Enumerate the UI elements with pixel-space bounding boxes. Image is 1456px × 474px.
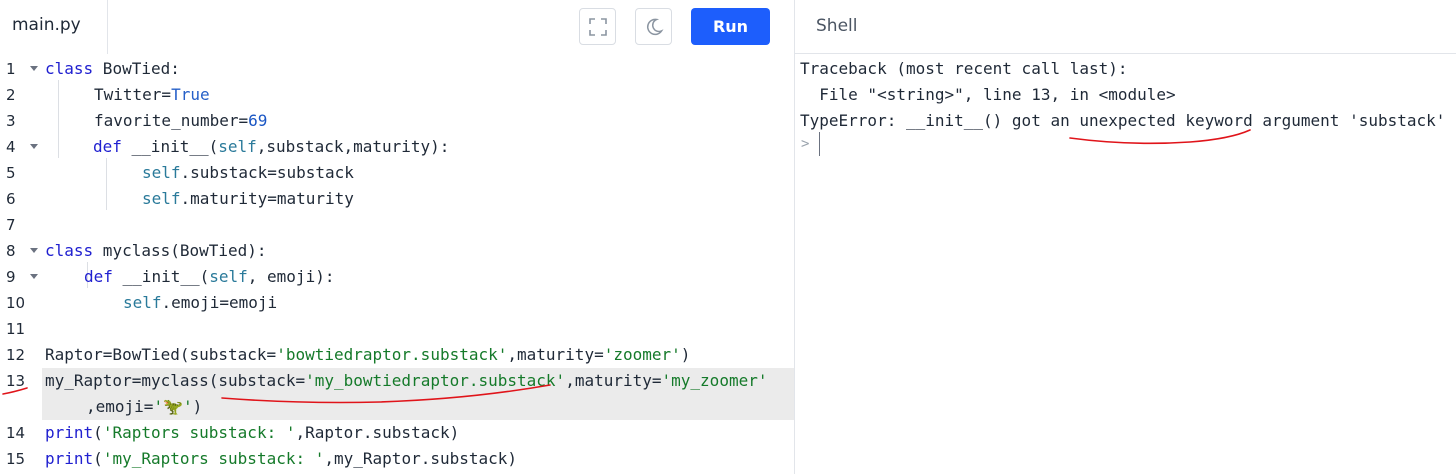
fullscreen-button[interactable] <box>579 8 616 45</box>
shell-title: Shell <box>816 16 858 36</box>
code-line[interactable]: 4 def __init__(self,substack,maturity): <box>0 134 794 160</box>
line-number: 4 <box>6 138 16 156</box>
code-line[interactable]: 1 class BowTied: <box>0 56 794 82</box>
shell-prompt: > <box>801 136 810 152</box>
code-line[interactable]: 14 print('Raptors substack: ',Raptor.sub… <box>0 420 794 446</box>
line-gutter: 13 <box>0 368 42 394</box>
fold-arrow-icon[interactable] <box>30 274 38 279</box>
code-line[interactable]: 12 Raptor=BowTied(substack='bowtiedrapto… <box>0 342 794 368</box>
code-text: Twitter=True <box>94 85 210 104</box>
code-line-active[interactable]: 13 my_Raptor=myclass(substack='my_bowtie… <box>0 368 794 420</box>
line-gutter: 4 <box>0 134 42 160</box>
code-text: favorite_number=69 <box>94 111 268 130</box>
top-bar: main.py Run Shell <box>0 0 1456 54</box>
code-text: class myclass(BowTied): <box>45 241 267 260</box>
shell-cursor[interactable] <box>819 132 820 156</box>
line-gutter: 8 <box>0 238 42 264</box>
code-text: def __init__(self,substack,maturity): <box>93 137 450 156</box>
code-text: self.emoji=emoji <box>123 293 278 312</box>
line-gutter: 12 <box>0 342 42 368</box>
fold-arrow-icon[interactable] <box>30 248 38 253</box>
line-number: 5 <box>6 164 16 182</box>
line-number: 8 <box>6 242 16 260</box>
fold-arrow-icon[interactable] <box>30 144 38 149</box>
code-text: print('Raptors substack: ',Raptor.substa… <box>45 423 460 442</box>
editor-toolbar: Run <box>108 0 794 54</box>
code-line[interactable]: 15 print('my_Raptors substack: ',my_Rapt… <box>0 446 794 472</box>
shell-output[interactable]: Traceback (most recent call last): File … <box>794 54 1456 474</box>
code-text: self.substack=substack <box>142 163 354 182</box>
theme-toggle-button[interactable] <box>635 8 672 45</box>
fold-arrow-icon[interactable] <box>30 66 38 71</box>
code-text: print('my_Raptors substack: ',my_Raptor.… <box>45 449 518 468</box>
code-line[interactable]: 5 self.substack=substack <box>0 160 794 186</box>
code-line[interactable]: 3 favorite_number=69 <box>0 108 794 134</box>
line-number: 9 <box>6 268 16 286</box>
line-gutter: 10 <box>0 290 42 316</box>
file-tab-label: main.py <box>12 15 81 35</box>
line-number: 10 <box>6 294 26 312</box>
fullscreen-icon <box>589 18 607 36</box>
line-gutter: 7 <box>0 212 42 238</box>
line-number: 13 <box>6 372 26 390</box>
code-line[interactable]: 8 class myclass(BowTied): <box>0 238 794 264</box>
run-button[interactable]: Run <box>691 8 770 45</box>
line-gutter: 5 <box>0 160 42 186</box>
line-number: 15 <box>6 450 26 468</box>
line-gutter: 2 <box>0 82 42 108</box>
code-text-wrapped: ,emoji='🦖') <box>86 397 203 416</box>
shell-header: Shell <box>794 0 1456 54</box>
line-gutter: 11 <box>0 316 42 342</box>
code-line[interactable]: 10 self.emoji=emoji <box>0 290 794 316</box>
line-gutter: 6 <box>0 186 42 212</box>
code-line[interactable]: 7 <box>0 212 794 238</box>
shell-line: File "<string>", line 13, in <module> <box>800 85 1176 104</box>
line-number: 14 <box>6 424 26 442</box>
file-tab-main-py[interactable]: main.py <box>0 0 108 54</box>
code-line[interactable]: 6 self.maturity=maturity <box>0 186 794 212</box>
line-number: 2 <box>6 86 16 104</box>
line-gutter: 15 <box>0 446 42 472</box>
code-text: class BowTied: <box>45 59 180 78</box>
line-number: 7 <box>6 216 16 234</box>
code-text: my_Raptor=myclass(substack='my_bowtiedra… <box>45 371 768 390</box>
line-gutter: 3 <box>0 108 42 134</box>
line-number: 12 <box>6 346 26 364</box>
code-line[interactable]: 9 def __init__(self, emoji): <box>0 264 794 290</box>
line-number: 3 <box>6 112 16 130</box>
shell-line: Traceback (most recent call last): <box>800 59 1128 78</box>
code-editor[interactable]: 1 class BowTied: 2 Twitter=True 3 favori… <box>0 54 794 474</box>
moon-icon <box>646 18 664 36</box>
line-number: 1 <box>6 60 16 78</box>
line-number: 11 <box>6 320 26 338</box>
line-gutter: 14 <box>0 420 42 446</box>
code-line[interactable]: 11 <box>0 316 794 342</box>
code-line[interactable]: 2 Twitter=True <box>0 82 794 108</box>
line-gutter: 9 <box>0 264 42 290</box>
line-number: 6 <box>6 190 16 208</box>
line-gutter: 1 <box>0 56 42 82</box>
code-text: Raptor=BowTied(substack='bowtiedraptor.s… <box>45 345 691 364</box>
code-text: def __init__(self, emoji): <box>84 267 335 286</box>
shell-line-error: TypeError: __init__() got an unexpected … <box>800 111 1446 130</box>
code-text: self.maturity=maturity <box>142 189 354 208</box>
